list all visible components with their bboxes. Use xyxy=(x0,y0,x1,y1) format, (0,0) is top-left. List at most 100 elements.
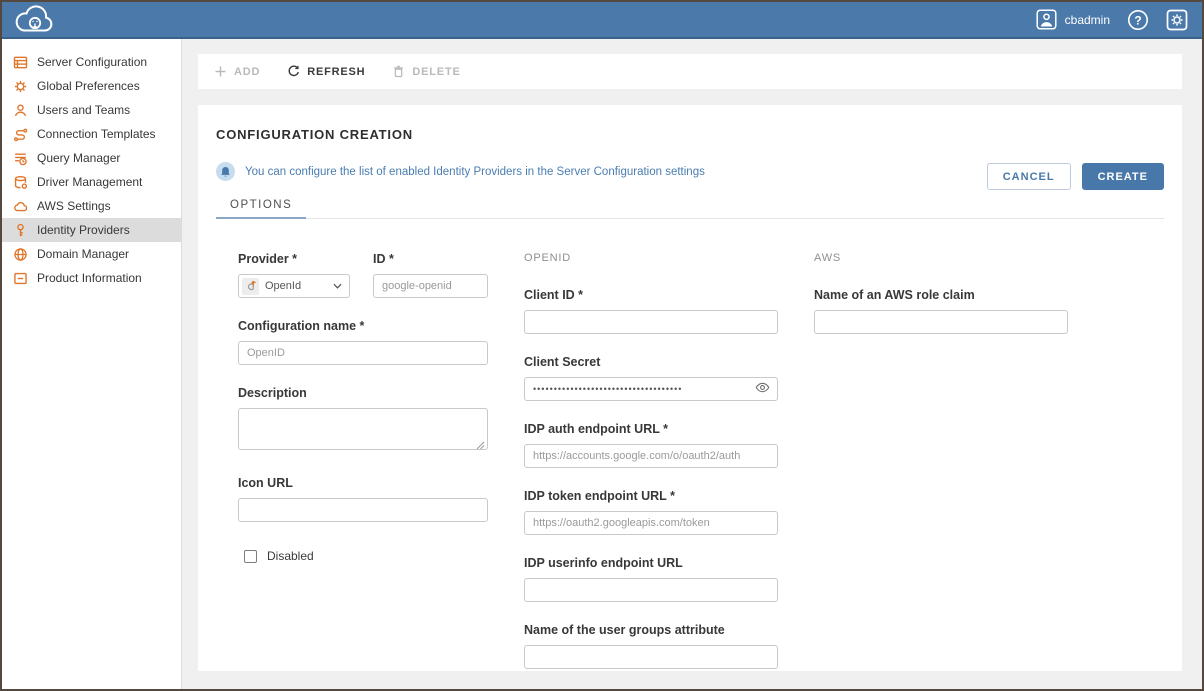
query-manager-icon xyxy=(13,151,28,166)
notice-text: You can configure the list of enabled Id… xyxy=(245,166,705,178)
sidebar-item-label: Domain Manager xyxy=(37,247,129,261)
sidebar-item-query-manager[interactable]: Query Manager xyxy=(2,146,181,170)
idp-token-endpoint-input[interactable] xyxy=(524,511,778,535)
refresh-button[interactable]: REFRESH xyxy=(287,65,365,78)
sidebar-item-label: Server Configuration xyxy=(37,55,147,69)
icon-url-input[interactable] xyxy=(238,498,488,522)
svg-text:?: ? xyxy=(1134,13,1141,27)
sidebar-item-label: Query Manager xyxy=(37,151,120,165)
aws-role-claim-label: Name of an AWS role claim xyxy=(814,288,1068,302)
description-textarea[interactable] xyxy=(238,408,488,450)
openid-section-title: OPENID xyxy=(524,252,778,264)
cloud-icon xyxy=(13,199,28,214)
sidebar-item-label: AWS Settings xyxy=(37,199,111,213)
key-icon xyxy=(13,223,28,238)
chevron-down-icon xyxy=(333,283,342,289)
client-secret-label: Client Secret xyxy=(524,355,778,369)
aws-section-title: AWS xyxy=(814,252,1068,264)
refresh-icon xyxy=(287,65,300,78)
globe-icon xyxy=(13,247,28,262)
icon-url-label: Icon URL xyxy=(238,476,488,490)
document-icon xyxy=(13,271,28,286)
gear-icon xyxy=(13,79,28,94)
plus-icon xyxy=(214,65,227,78)
cancel-button[interactable]: CANCEL xyxy=(987,163,1071,190)
connection-templates-icon xyxy=(13,127,28,142)
identity-provider-form: Provider * OpenId xyxy=(238,252,1164,690)
sidebar-item-server-configuration[interactable]: Server Configuration xyxy=(2,50,181,74)
database-icon xyxy=(13,175,28,190)
server-configuration-icon xyxy=(13,55,28,70)
idp-userinfo-endpoint-input[interactable] xyxy=(524,578,778,602)
form-column-openid: OPENID Client ID * Client Secret xyxy=(524,252,778,690)
tab-bar: OPTIONS xyxy=(216,194,1164,219)
sidebar-item-connection-templates[interactable]: Connection Templates xyxy=(2,122,181,146)
trash-icon xyxy=(392,65,405,78)
sidebar-item-label: Global Preferences xyxy=(37,79,140,93)
reveal-password-icon[interactable] xyxy=(755,382,770,393)
add-button[interactable]: ADD xyxy=(214,65,260,78)
description-label: Description xyxy=(238,386,488,400)
sidebar-item-label: Driver Management xyxy=(37,175,142,189)
client-secret-input[interactable] xyxy=(524,377,778,401)
admin-sidebar: Server Configuration Global Preferences … xyxy=(2,39,182,689)
disabled-checkbox[interactable] xyxy=(244,550,257,563)
settings-gear-icon xyxy=(1166,9,1188,31)
form-column-general: Provider * OpenId xyxy=(238,252,488,690)
topbar-actions: cbadmin ? xyxy=(1036,9,1188,31)
add-label: ADD xyxy=(234,66,260,78)
sidebar-item-domain-manager[interactable]: Domain Manager xyxy=(2,242,181,266)
sidebar-item-users-and-teams[interactable]: Users and Teams xyxy=(2,98,181,122)
provider-select[interactable]: OpenId xyxy=(238,274,350,298)
top-bar: cbadmin ? xyxy=(2,2,1202,39)
user-groups-attribute-input[interactable] xyxy=(524,645,778,669)
cloudbeaver-logo[interactable] xyxy=(12,5,56,35)
user-groups-attribute-label: Name of the user groups attribute xyxy=(524,623,778,637)
create-button[interactable]: CREATE xyxy=(1082,163,1164,190)
refresh-label: REFRESH xyxy=(307,66,365,78)
client-id-input[interactable] xyxy=(524,310,778,334)
disabled-label: Disabled xyxy=(267,549,314,563)
delete-label: DELETE xyxy=(412,66,460,78)
idp-userinfo-endpoint-label: IDP userinfo endpoint URL xyxy=(524,556,778,570)
sidebar-item-identity-providers[interactable]: Identity Providers xyxy=(2,218,181,242)
username-label: cbadmin xyxy=(1065,13,1110,27)
openid-provider-icon xyxy=(242,278,259,295)
page-title: CONFIGURATION CREATION xyxy=(216,127,1164,142)
id-label: ID * xyxy=(373,252,488,266)
tab-options[interactable]: OPTIONS xyxy=(216,194,306,219)
configuration-name-label: Configuration name * xyxy=(238,319,488,333)
cloud-logo-icon xyxy=(12,5,56,35)
sidebar-item-label: Product Information xyxy=(37,271,142,285)
idp-token-endpoint-label: IDP token endpoint URL * xyxy=(524,489,778,503)
sidebar-item-global-preferences[interactable]: Global Preferences xyxy=(2,74,181,98)
user-menu[interactable]: cbadmin xyxy=(1036,9,1110,30)
aws-role-claim-input[interactable] xyxy=(814,310,1068,334)
id-input[interactable] xyxy=(373,274,488,298)
user-badge-icon xyxy=(1036,9,1057,30)
help-icon: ? xyxy=(1127,9,1149,31)
user-icon xyxy=(13,103,28,118)
sidebar-item-aws-settings[interactable]: AWS Settings xyxy=(2,194,181,218)
administration-button[interactable] xyxy=(1166,9,1188,31)
sidebar-item-label: Connection Templates xyxy=(37,127,156,141)
client-id-label: Client ID * xyxy=(524,288,778,302)
sidebar-item-product-information[interactable]: Product Information xyxy=(2,266,181,290)
configuration-creation-panel: CONFIGURATION CREATION You can configure… xyxy=(198,105,1182,671)
sidebar-item-label: Identity Providers xyxy=(37,223,130,237)
app-window: cbadmin ? xyxy=(0,0,1204,691)
provider-label: Provider * xyxy=(238,252,350,266)
provider-value: OpenId xyxy=(265,280,327,292)
sidebar-item-driver-management[interactable]: Driver Management xyxy=(2,170,181,194)
disabled-checkbox-row: Disabled xyxy=(238,549,488,563)
form-column-aws: AWS Name of an AWS role claim xyxy=(814,252,1068,690)
idp-auth-endpoint-label: IDP auth endpoint URL * xyxy=(524,422,778,436)
configuration-name-input[interactable] xyxy=(238,341,488,365)
form-actions: CANCEL CREATE xyxy=(987,163,1164,190)
items-toolbar: ADD REFRESH DELETE xyxy=(198,54,1182,89)
delete-button[interactable]: DELETE xyxy=(392,65,460,78)
idp-auth-endpoint-input[interactable] xyxy=(524,444,778,468)
bell-icon xyxy=(216,162,235,181)
main-area: ADD REFRESH DELETE xyxy=(182,39,1202,689)
help-button[interactable]: ? xyxy=(1127,9,1149,31)
